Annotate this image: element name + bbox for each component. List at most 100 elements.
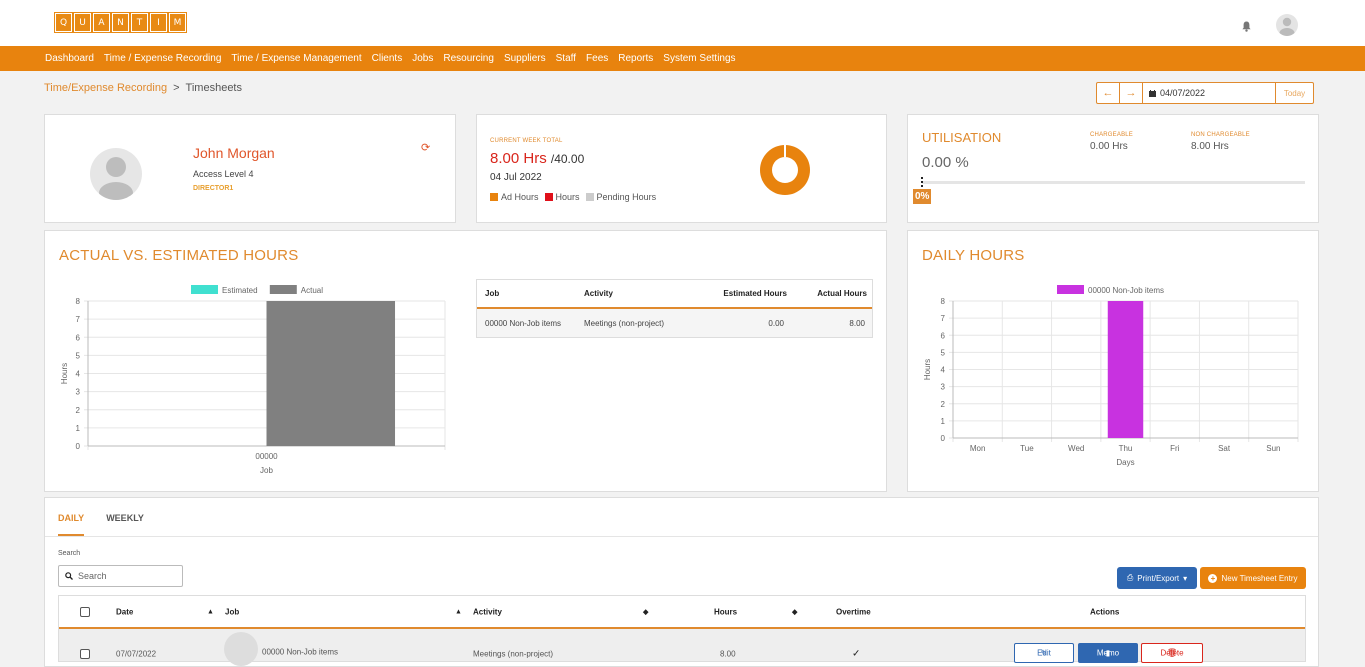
actual-vs-estimated-chart: Estimated Actual 0 1 2 3 4 5 6 7 8 00000 Job Hours [60,285,446,475]
nav-item-staff[interactable]: Staff [556,53,576,64]
x-tick-label: Mon [970,444,986,453]
legend-label: Hours [555,192,580,202]
nav-item-suppliers[interactable]: Suppliers [504,53,546,64]
header-job[interactable]: Job [225,607,239,616]
legend-swatch [269,285,297,294]
x-axis-label: Job [260,466,273,475]
new-timesheet-entry-button[interactable]: + New Timesheet Entry [1200,567,1306,589]
x-tick-label: Wed [1068,444,1084,453]
main-nav: Dashboard Time / Expense Recording Time / … [0,46,1365,71]
timesheet-grid: Date ▲ Job ▲ Activity ◆ Hours ◆ Overtime… [58,595,1306,666]
header-hours[interactable]: Hours [714,607,737,616]
row-hours: 8.00 [720,649,736,659]
plus-circle-icon: + [1208,573,1218,583]
nav-item-jobs[interactable]: Jobs [412,53,433,64]
legend-swatch [544,193,553,201]
activity-cell: Meetings (non-project) [584,318,665,328]
y-tick-label: 7 [76,315,81,324]
search-icon [65,572,73,580]
refresh-icon[interactable]: ⟳ [421,141,430,154]
sort-asc-icon[interactable]: ▲ [207,608,214,615]
nav-item-system-settings[interactable]: System Settings [663,53,735,64]
y-tick-label: 6 [76,333,81,342]
logo-letter: I [149,12,168,33]
nav-item-time-expense-management[interactable]: Time / Expense Management [231,53,361,64]
current-week-date: 04 Jul 2022 [490,172,542,183]
current-week-card: CURRENT WEEK TOTAL 8.00 Hrs /40.00 04 Ju… [476,114,887,223]
actual-vs-estimated-card: ACTUAL VS. ESTIMATED HOURS Estimated Actu… [44,230,887,492]
y-tick-label: 1 [76,424,81,433]
profile-avatar [90,148,142,200]
caret-down-icon: ▾ [1183,573,1188,583]
nav-item-clients[interactable]: Clients [372,53,403,64]
select-all-checkbox[interactable] [80,606,90,617]
next-week-button[interactable]: → [1120,83,1143,103]
non-chargeable-label: NON CHARGEABLE [1191,132,1250,138]
delete-button[interactable]: 🗑 Delete [1141,643,1203,663]
y-axis-label: Hours [923,359,932,380]
legend-item: Ad Hours [490,192,539,202]
memo-label: Memo [1096,648,1120,658]
sort-icon[interactable]: ◆ [643,608,648,616]
y-tick-label: 3 [941,383,946,392]
logo-letter: T [130,12,149,33]
logo-letter: U [73,12,92,33]
nav-item-reports[interactable]: Reports [618,53,653,64]
week-hours-target: /40.00 [550,152,585,166]
nav-item-time-expense-recording[interactable]: Time / Expense Recording [104,53,221,64]
bell-icon[interactable] [1242,21,1251,32]
job-hours-table: Job Activity Estimated Hours Actual Hour… [476,279,873,338]
search-input[interactable]: Search [58,565,183,587]
chargeable-value: 0.00 Hrs [1090,141,1128,152]
today-button[interactable]: Today [1276,83,1313,103]
y-tick-label: 8 [941,297,946,306]
chargeable-label: CHARGEABLE [1090,132,1134,138]
utilisation-badge: 0% [913,189,932,204]
memo-button[interactable]: ▮ Memo [1078,643,1138,663]
job-table-header-actual: Actual Hours [817,289,867,298]
tab-weekly[interactable]: WEEKLY [106,506,144,536]
nav-item-resourcing[interactable]: Resourcing [443,53,494,64]
y-axis-label: Hours [60,363,69,384]
y-tick-label: 7 [941,314,946,323]
breadcrumb-parent-link[interactable]: Time/Expense Recording [44,82,167,94]
user-avatar[interactable] [1276,14,1298,36]
current-week-hours: 8.00 Hrs /40.00 [490,150,584,167]
logo-letter: Q [54,12,73,33]
header-activity[interactable]: Activity [473,607,502,616]
y-tick-label: 0 [941,434,946,443]
y-tick-label: 0 [76,442,81,451]
utilisation-value: 0.00 % [922,154,969,171]
grid-header: Date ▲ Job ▲ Activity ◆ Hours ◆ Overtime… [59,596,1305,629]
tab-daily[interactable]: DAILY [58,506,85,536]
logo-letter: N [111,12,130,33]
row-date: 07/07/2022 [116,649,157,659]
prev-week-button[interactable]: ← [1097,83,1120,103]
header-date[interactable]: Date [116,607,133,616]
sort-asc-icon[interactable]: ▲ [455,608,462,615]
row-job: 00000 Non-Job items [262,647,339,657]
actual-vs-estimated-title: ACTUAL VS. ESTIMATED HOURS [59,247,299,264]
date-input[interactable]: 04/07/2022 [1143,83,1276,103]
quantim-logo[interactable]: QUANTIM [54,12,187,33]
search-label: Search [58,550,81,557]
nav-item-fees[interactable]: Fees [586,53,608,64]
legend-item: Hours [544,192,580,202]
nav-item-dashboard[interactable]: Dashboard [45,53,94,64]
daily-hours-title: DAILY HOURS [922,247,1025,264]
tab-divider [45,536,1318,537]
row-activity: Meetings (non-project) [473,649,554,659]
utilisation-progress-bar [922,181,1305,184]
profile-name: John Morgan [193,145,275,161]
legend-swatch [1057,285,1084,294]
legend-swatch [191,285,218,294]
delete-label: Delete [1160,648,1184,658]
x-tick-label: Tue [1020,444,1034,453]
sort-icon[interactable]: ◆ [792,608,797,616]
week-legend: Ad Hours Hours Pending Hours [490,192,656,202]
print-export-button[interactable]: ⎙ Print/Export ▾ [1117,567,1197,589]
edit-button[interactable]: ✎ Edit [1014,643,1074,663]
breadcrumb: Time/Expense Recording > Timesheets [44,82,242,94]
row-checkbox[interactable] [80,649,90,659]
legend-label: 00000 Non-Job items [1088,286,1164,295]
